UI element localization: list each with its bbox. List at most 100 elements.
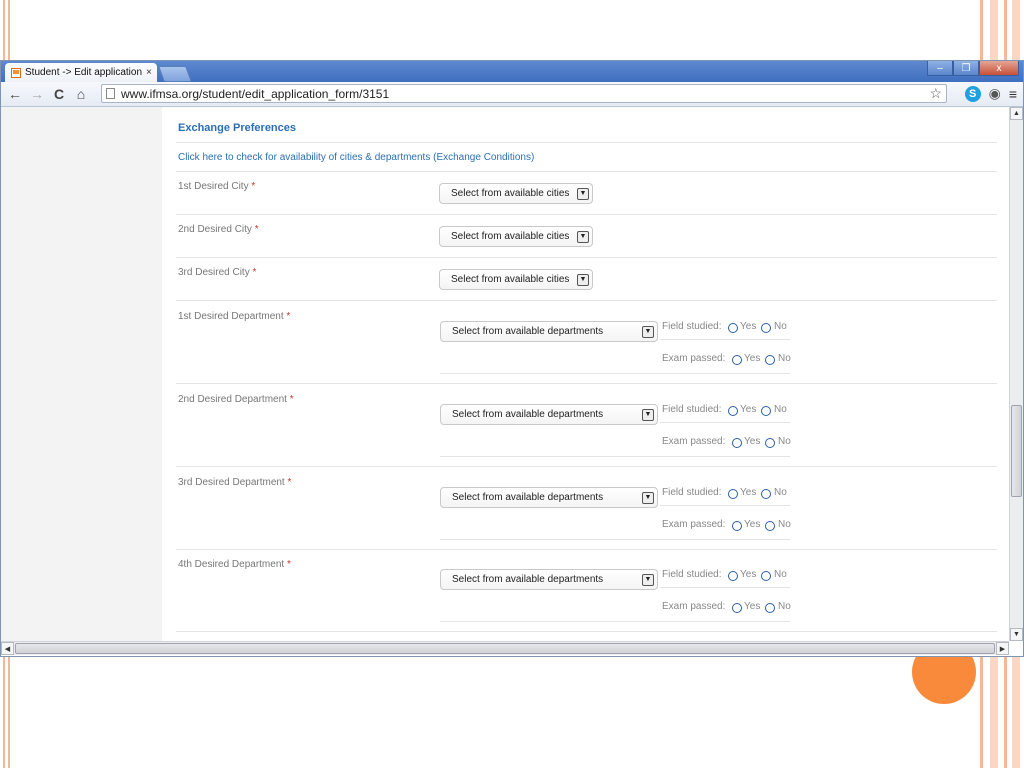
chevron-down-icon: ▼: [577, 273, 589, 286]
city-3-select[interactable]: Select from available cities ▼: [439, 269, 593, 290]
exam-passed-no-radio[interactable]: [765, 438, 775, 448]
restore-button[interactable]: ❐: [953, 61, 979, 76]
close-window-button[interactable]: x: [979, 61, 1019, 76]
scroll-left-arrow-icon[interactable]: ◀: [1, 642, 14, 655]
yes-label: Yes: [740, 487, 757, 498]
exam-passed-yes-radio[interactable]: [732, 521, 742, 531]
field-studied-label: Field studied:: [662, 321, 722, 332]
tab-strip: Student -> Edit application fo × – ❐ x: [1, 61, 1023, 82]
exam-passed-yes-radio[interactable]: [732, 438, 742, 448]
department-4-label: 4th Desired Department *: [178, 559, 291, 570]
divider: [176, 631, 997, 632]
vertical-scrollbar[interactable]: ▲ ▼: [1009, 107, 1023, 641]
forward-arrow-icon[interactable]: →: [26, 86, 48, 102]
skype-extension-icon[interactable]: S: [964, 85, 981, 102]
chevron-down-icon: ▼: [577, 187, 589, 200]
no-label: No: [774, 404, 787, 415]
home-icon[interactable]: ⌂: [70, 86, 92, 102]
divider: [176, 257, 997, 258]
field-studied-yes-radio[interactable]: [728, 406, 738, 416]
url-text: www.ifmsa.org/student/edit_application_f…: [121, 86, 390, 101]
eye-extension-icon[interactable]: ◉: [989, 85, 1001, 102]
department-2-label: 2nd Desired Department *: [178, 394, 294, 405]
scroll-up-arrow-icon[interactable]: ▲: [1010, 107, 1023, 120]
availability-link[interactable]: Click here to check for availability of …: [178, 152, 534, 163]
field-studied-yes-radio[interactable]: [728, 571, 738, 581]
section-title: Exchange Preferences: [178, 122, 297, 134]
exam-passed-label: Exam passed:: [662, 519, 726, 530]
divider: [440, 456, 790, 457]
chevron-down-icon: ▼: [642, 408, 654, 421]
divider: [660, 587, 790, 588]
city-2-select[interactable]: Select from available cities ▼: [439, 226, 593, 247]
exam-passed-label: Exam passed:: [662, 436, 726, 447]
new-tab-button[interactable]: [158, 66, 192, 82]
divider: [176, 549, 997, 550]
chevron-down-icon: ▼: [642, 325, 654, 338]
bookmark-star-icon[interactable]: ☆: [929, 85, 942, 102]
city-1-label: 1st Desired City *: [178, 181, 256, 192]
back-arrow-icon[interactable]: ←: [4, 86, 26, 102]
browser-menu-icon[interactable]: ≡: [1009, 86, 1017, 102]
field-studied-label: Field studied:: [662, 404, 722, 415]
divider: [660, 339, 790, 340]
no-label: No: [778, 353, 791, 364]
divider: [176, 383, 997, 384]
exam-passed-yes-radio[interactable]: [732, 355, 742, 365]
address-bar[interactable]: www.ifmsa.org/student/edit_application_f…: [101, 84, 947, 103]
vertical-scroll-thumb[interactable]: [1011, 405, 1022, 497]
site-favicon-icon: [11, 67, 21, 78]
exam-passed-label: Exam passed:: [662, 601, 726, 612]
department-4-select[interactable]: Select from available departments ▼: [440, 569, 658, 590]
no-label: No: [774, 487, 787, 498]
field-studied-yes-radio[interactable]: [728, 489, 738, 499]
field-studied-no-radio[interactable]: [761, 571, 771, 581]
city-1-select[interactable]: Select from available cities ▼: [439, 183, 593, 204]
exam-passed-no-radio[interactable]: [765, 521, 775, 531]
divider: [440, 539, 790, 540]
department-2-select[interactable]: Select from available departments ▼: [440, 404, 658, 425]
divider: [440, 621, 790, 622]
exam-passed-no-radio[interactable]: [765, 603, 775, 613]
field-studied-label: Field studied:: [662, 487, 722, 498]
no-label: No: [774, 569, 787, 580]
page-icon: [106, 88, 115, 99]
department-1-select[interactable]: Select from available departments ▼: [440, 321, 658, 342]
exam-passed-yes-radio[interactable]: [732, 603, 742, 613]
scroll-right-arrow-icon[interactable]: ▶: [996, 642, 1009, 655]
field-studied-label: Field studied:: [662, 569, 722, 580]
field-studied-no-radio[interactable]: [761, 489, 771, 499]
field-studied-no-radio[interactable]: [761, 323, 771, 333]
extension-area: S ◉ ≡: [964, 85, 1017, 102]
no-label: No: [778, 519, 791, 530]
department-3-label: 3rd Desired Department *: [178, 477, 292, 488]
window-controls: – ❐ x: [927, 61, 1019, 76]
divider: [176, 142, 997, 143]
department-3-select[interactable]: Select from available departments ▼: [440, 487, 658, 508]
divider: [176, 171, 997, 172]
reload-icon[interactable]: C: [48, 86, 70, 102]
field-studied-no-radio[interactable]: [761, 406, 771, 416]
no-label: No: [774, 321, 787, 332]
browser-tab[interactable]: Student -> Edit application fo ×: [5, 63, 157, 82]
city-3-label: 3rd Desired City *: [178, 267, 257, 278]
yes-label: Yes: [740, 321, 757, 332]
tab-close-icon[interactable]: ×: [146, 67, 152, 78]
page-viewport: Exchange Preferences Click here to check…: [1, 107, 1009, 641]
horizontal-scroll-thumb[interactable]: [15, 643, 995, 654]
yes-label: Yes: [740, 569, 757, 580]
exam-passed-no-radio[interactable]: [765, 355, 775, 365]
divider: [176, 300, 997, 301]
horizontal-scrollbar[interactable]: ◀ ▶: [1, 641, 1009, 655]
yes-label: Yes: [740, 404, 757, 415]
chevron-down-icon: ▼: [577, 230, 589, 243]
divider: [176, 214, 997, 215]
divider: [660, 422, 790, 423]
scroll-down-arrow-icon[interactable]: ▼: [1010, 628, 1023, 641]
city-2-label: 2nd Desired City *: [178, 224, 259, 235]
minimize-button[interactable]: –: [927, 61, 953, 76]
field-studied-yes-radio[interactable]: [728, 323, 738, 333]
chevron-down-icon: ▼: [642, 491, 654, 504]
browser-toolbar: ← → C ⌂ www.ifmsa.org/student/edit_appli…: [1, 82, 1023, 107]
exam-passed-label: Exam passed:: [662, 353, 726, 364]
